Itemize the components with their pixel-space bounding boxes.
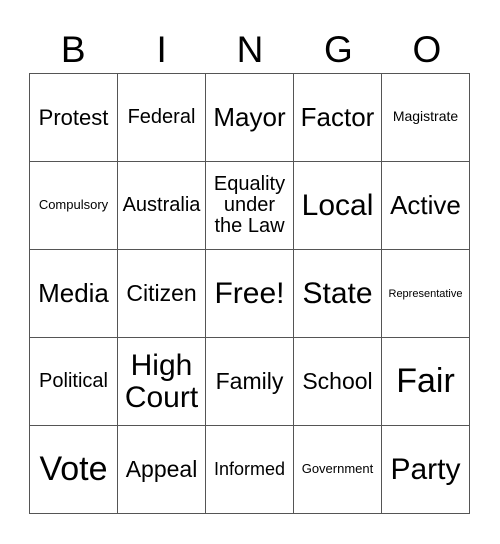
bingo-cell[interactable]: Informed	[205, 425, 294, 514]
bingo-cell[interactable]: Government	[293, 425, 382, 514]
grid-row: Compulsory Australia Equality under the Law L…	[29, 161, 470, 250]
bingo-cell[interactable]: Compulsory	[29, 161, 118, 250]
grid-row: Media Citizen Free! State Representative	[29, 249, 470, 338]
bingo-cell[interactable]: Appeal	[117, 425, 206, 514]
bingo-cell[interactable]: Magistrate	[381, 73, 470, 162]
bingo-cell[interactable]: Factor	[293, 73, 382, 162]
cell-label: State	[302, 276, 373, 310]
cell-label: High Court	[124, 349, 199, 414]
cell-label: Informed	[213, 458, 286, 479]
header-letter-b: B	[60, 29, 86, 70]
bingo-cell[interactable]: Representative	[381, 249, 470, 338]
bingo-cell[interactable]: Australia	[117, 161, 206, 250]
bingo-cell[interactable]: Federal	[117, 73, 206, 162]
bingo-header: B I N G O	[29, 28, 471, 72]
bingo-cell[interactable]: Free!	[205, 249, 294, 338]
grid-row: Protest Federal Mayor Factor Magistrate	[29, 73, 470, 162]
cell-label: Magistrate	[392, 108, 459, 125]
cell-label: Australia	[122, 194, 201, 216]
bingo-cell[interactable]: Protest	[29, 73, 118, 162]
grid-row: Vote Appeal Informed Government Party	[29, 425, 470, 514]
cell-label: Appeal	[125, 456, 198, 483]
cell-label: Compulsory	[38, 197, 109, 213]
cell-label: Equality under the Law	[213, 173, 286, 237]
cell-label: Factor	[300, 101, 375, 132]
bingo-cell[interactable]: Equality under the Law	[205, 161, 294, 250]
cell-label: Family	[215, 368, 284, 395]
cell-label: Party	[390, 452, 461, 486]
bingo-cell[interactable]: State	[293, 249, 382, 338]
cell-label: Free!	[214, 276, 285, 310]
cell-label: Representative	[388, 288, 463, 301]
bingo-grid: Protest Federal Mayor Factor Magistrate Compu…	[29, 73, 470, 514]
bingo-cell[interactable]: Family	[205, 337, 294, 426]
cell-label: Citizen	[126, 280, 197, 307]
bingo-cell[interactable]: Active	[381, 161, 470, 250]
bingo-cell[interactable]: Vote	[29, 425, 118, 514]
cell-label: Federal	[127, 106, 196, 128]
bingo-cell[interactable]: Political	[29, 337, 118, 426]
header-letter-n: N	[236, 29, 264, 70]
bingo-cell[interactable]: Citizen	[117, 249, 206, 338]
cell-label: School	[302, 368, 373, 395]
bingo-cell[interactable]: School	[293, 337, 382, 426]
header-letter-g: G	[324, 29, 353, 70]
cell-label: Political	[39, 370, 108, 392]
bingo-cell[interactable]: Media	[29, 249, 118, 338]
grid-row: Political High Court Family School Fair	[29, 337, 470, 426]
header-letter-o: O	[412, 29, 442, 70]
cell-label: Media	[38, 277, 109, 308]
bingo-cell[interactable]: Mayor	[205, 73, 294, 162]
bingo-cell[interactable]: Party	[381, 425, 470, 514]
bingo-cell[interactable]: High Court	[117, 337, 206, 426]
cell-label: Government	[301, 461, 374, 477]
cell-label: Mayor	[213, 101, 286, 132]
cell-label: Fair	[396, 361, 455, 400]
cell-label: Vote	[39, 449, 108, 488]
cell-label: Protest	[38, 104, 109, 130]
bingo-cell[interactable]: Fair	[381, 337, 470, 426]
cell-label: Active	[390, 189, 461, 220]
bingo-cell[interactable]: Local	[293, 161, 382, 250]
cell-label: Local	[301, 188, 374, 222]
header-letter-i: I	[156, 29, 167, 70]
